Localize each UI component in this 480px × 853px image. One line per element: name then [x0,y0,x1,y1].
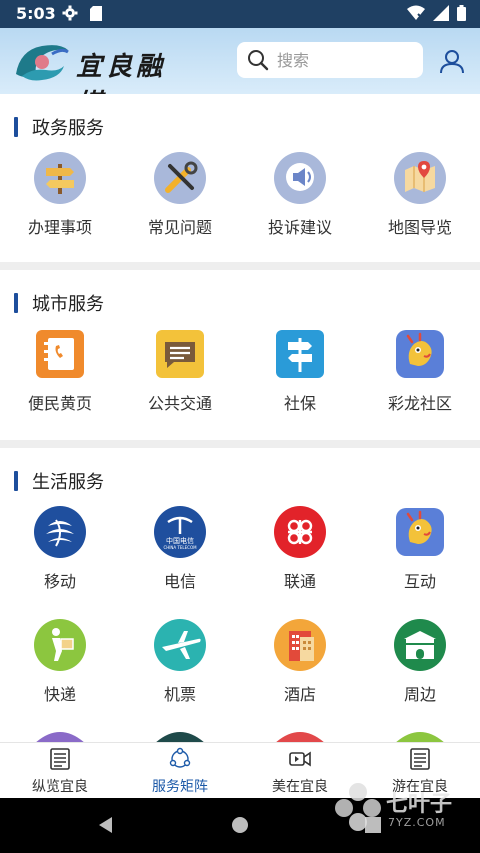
service-label: 酒店 [283,685,316,704]
courier-icon [34,619,86,671]
service-item-faq[interactable]: 常见问题 [120,152,240,242]
nav-tab-service-matrix[interactable]: 服务矩阵 [120,743,240,799]
section-marker [14,117,18,137]
watermark-text: 七叶子 [386,792,453,817]
hotel-icon [274,619,326,671]
section-marker [14,293,18,313]
section-life: 生活服务 移动 中国电信 CHINA TELECOM 电信 联通 互动 快递 机… [0,448,480,742]
video-icon [289,751,311,767]
service-label: 投诉建议 [267,218,332,237]
back-icon[interactable] [96,815,116,835]
newspaper-icon [50,748,70,770]
service-label: 联通 [283,572,316,591]
service-item-complaint[interactable]: 投诉建议 [240,152,360,242]
service-item-telecom[interactable]: 中国电信 CHINA TELECOM 电信 [120,506,240,596]
service-item-courier[interactable]: 快递 [0,619,120,709]
service-label: 机票 [163,685,196,704]
service-item-hotel[interactable]: 酒店 [240,619,360,709]
user-profile-icon[interactable] [438,47,466,75]
service-label: 电信 [163,572,196,591]
hub-icon [169,747,191,768]
nav-label: 纵览宜良 [32,779,88,795]
partial-service-icon [36,732,84,742]
signal-icon [433,5,449,21]
service-item-handling[interactable]: 办理事项 [0,152,120,242]
dragon-icon [396,508,444,556]
megaphone-icon [274,152,326,204]
signpost-icon [34,152,86,204]
section-header: 政务服务 [14,114,104,140]
service-label: 地图导览 [387,218,452,237]
status-bar: 5:03 [0,0,480,28]
section-header: 生活服务 [14,468,104,494]
telecom-logo-cn: 中国电信 [166,536,194,545]
service-item-dragon-community[interactable]: 彩龙社区 [360,328,480,418]
section-city: 城市服务 便民黄页 公共交通 社保 彩龙社区 [0,270,480,440]
section-title: 政务服务 [32,118,104,139]
service-label: 公共交通 [147,394,212,413]
service-label: 便民黄页 [27,394,92,413]
service-label: 办理事项 [27,218,92,237]
partial-service-icon [156,732,204,742]
home-icon[interactable] [230,815,250,835]
service-label: 周边 [403,685,436,704]
service-label: 快递 [43,685,76,704]
phonebook-icon [36,330,84,378]
china-mobile-icon [34,506,86,558]
service-item-yellow-pages[interactable]: 便民黄页 [0,328,120,418]
section-header: 城市服务 [14,290,104,316]
china-unicom-icon [274,506,326,558]
service-label: 社保 [283,394,316,413]
section-divider [0,440,480,448]
search-icon [248,50,269,71]
watermark: 七叶子 7YZ.COM [330,770,480,840]
section-government: 政务服务 办理事项 常见问题 投诉建议 地图导览 [0,94,480,262]
gear-icon [62,5,78,21]
gate-icon [394,619,446,671]
service-label: 移动 [43,572,76,591]
search-bar[interactable] [237,42,423,78]
section-title: 城市服务 [32,294,104,315]
section-title: 生活服务 [32,472,104,493]
partial-service-icon [276,732,324,742]
newspaper-icon [410,748,430,770]
search-input[interactable] [277,50,397,70]
watermark-logo-icon [335,783,381,831]
section-marker [14,471,18,491]
section-divider [0,262,480,270]
service-item-flight[interactable]: 机票 [120,619,240,709]
service-label: 互动 [403,572,436,591]
map-icon [394,152,446,204]
service-item-transit[interactable]: 公共交通 [120,328,240,418]
app-logo[interactable]: 宜良融媒 [12,40,182,119]
app-header: 宜良融媒 [0,28,480,119]
nav-label: 服务矩阵 [152,779,208,795]
service-item-mobile[interactable]: 移动 [0,506,120,596]
logo-emblem-icon [16,45,69,81]
service-item-interaction[interactable]: 互动 [360,506,480,596]
service-content: 政务服务 办理事项 常见问题 投诉建议 地图导览 城市服务 便民黄页 公共交通 … [0,94,480,742]
nav-tab-overview[interactable]: 纵览宜良 [0,743,120,799]
watermark-subtext: 7YZ.COM [388,816,446,829]
sd-card-icon [90,6,102,21]
service-label: 常见问题 [147,218,212,237]
status-time: 5:03 [16,4,56,23]
direction-sign-icon [276,330,324,378]
partial-service-icon [396,732,444,742]
airplane-icon [154,619,206,671]
battery-icon [457,5,466,21]
service-item-nearby[interactable]: 周边 [360,619,480,709]
dragon-icon [396,330,444,378]
service-item-social-security[interactable]: 社保 [240,328,360,418]
china-telecom-icon: 中国电信 CHINA TELECOM [154,506,206,558]
service-label: 彩龙社区 [387,394,452,413]
wifi-icon [407,5,425,20]
message-icon [156,330,204,378]
service-item-map[interactable]: 地图导览 [360,152,480,242]
telecom-logo-en: CHINA TELECOM [163,545,197,550]
service-item-unicom[interactable]: 联通 [240,506,360,596]
tools-icon [154,152,206,204]
